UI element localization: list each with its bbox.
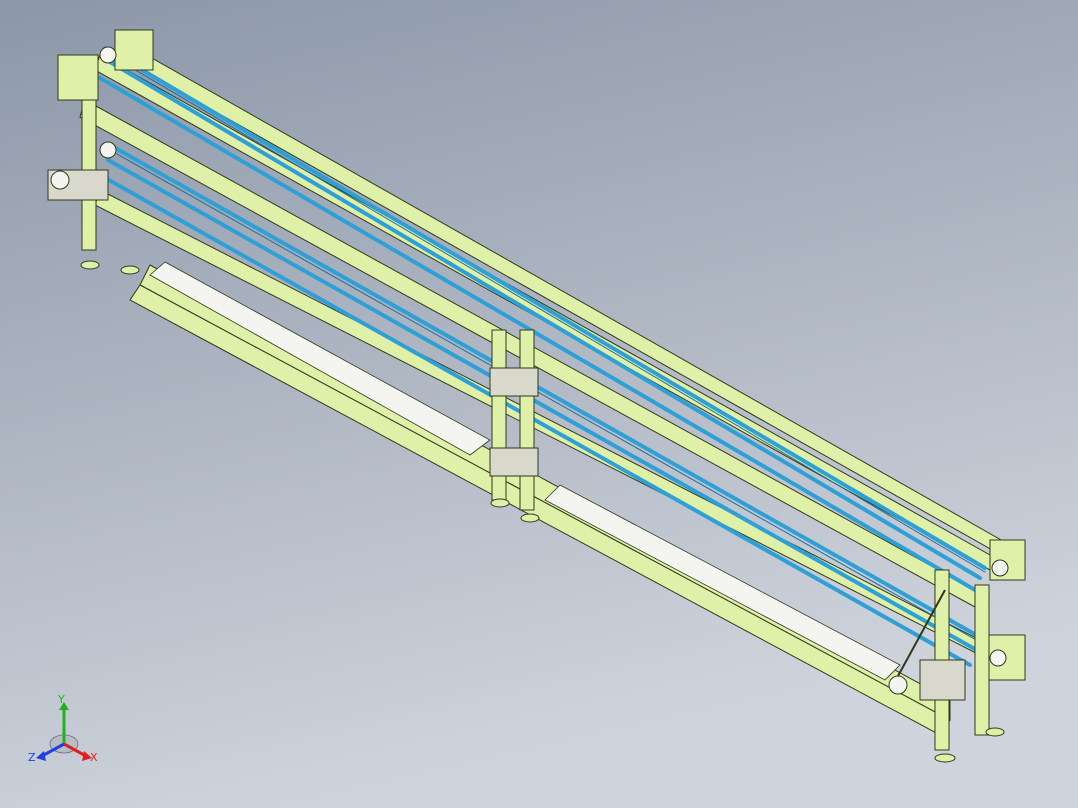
center-bracket-upper[interactable]: [489, 367, 539, 397]
left-foot-2[interactable]: [120, 265, 140, 275]
right-pulley-lower[interactable]: [989, 649, 1007, 667]
left-drive-pulley[interactable]: [50, 170, 70, 190]
right-pulley-top[interactable]: [991, 559, 1009, 577]
center-post-right[interactable]: [519, 329, 535, 511]
y-axis-label: Y: [58, 693, 65, 706]
z-axis-label: Z: [28, 751, 36, 764]
right-drive-pulley[interactable]: [888, 675, 908, 695]
right-foot-2[interactable]: [985, 727, 1005, 737]
left-foot-1[interactable]: [80, 260, 100, 270]
left-end-plate-top[interactable]: [57, 54, 99, 101]
center-foot-left[interactable]: [490, 498, 510, 508]
center-foot-right[interactable]: [520, 513, 540, 523]
left-pulley-mid[interactable]: [99, 141, 117, 159]
right-foot-1[interactable]: [934, 753, 956, 763]
center-bracket-lower[interactable]: [489, 447, 539, 477]
right-end-post-2[interactable]: [974, 584, 990, 736]
cad-viewport[interactable]: Y X Z: [0, 0, 1078, 808]
right-motor-bracket[interactable]: [919, 659, 966, 701]
left-pulley-top[interactable]: [99, 46, 117, 64]
left-end-plate-upper[interactable]: [114, 29, 154, 71]
z-axis-arrowhead: [36, 751, 46, 761]
x-axis-label: X: [90, 751, 98, 764]
coordinate-triad: Y X Z: [26, 694, 106, 770]
conveyor-assembly-model[interactable]: [0, 0, 1078, 808]
